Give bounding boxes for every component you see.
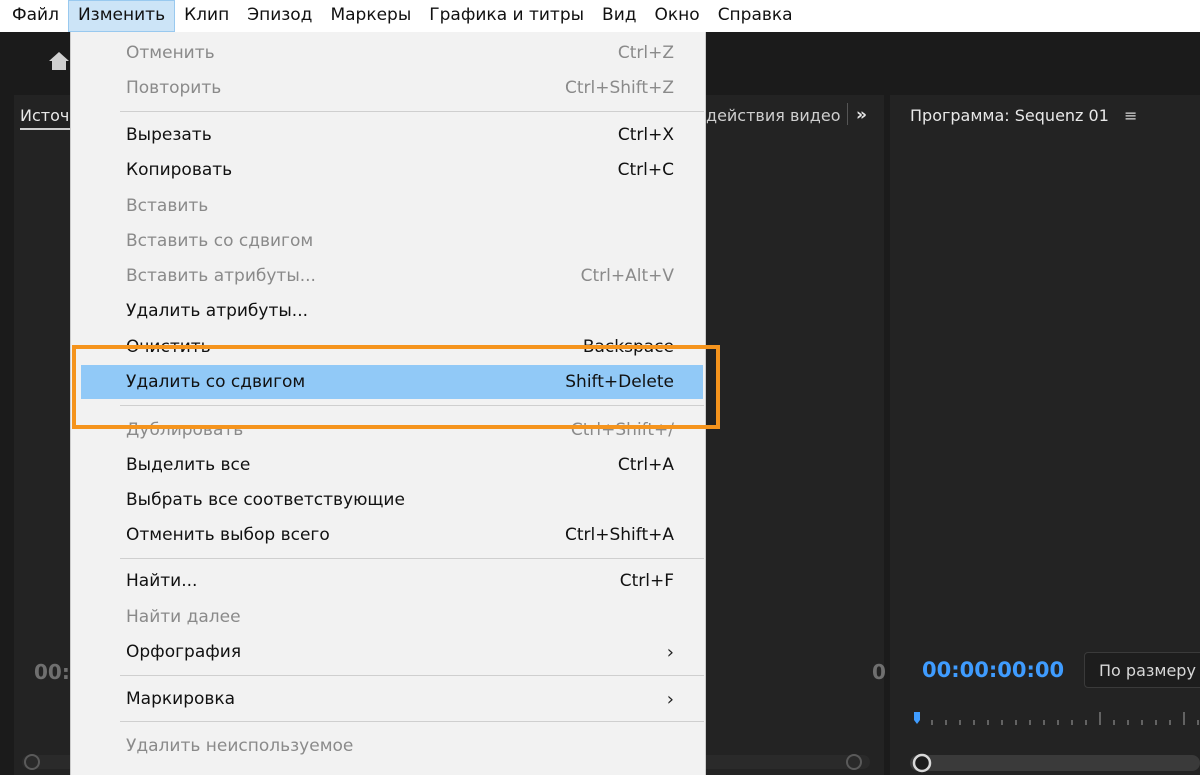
menu-item-labels[interactable]: Маркировка › <box>120 682 674 716</box>
menu-item-label: Орфография <box>126 642 242 662</box>
menu-separator <box>120 675 704 676</box>
menu-item-label: Вставить <box>126 196 209 216</box>
menu-item-label: Повторить <box>126 78 222 98</box>
menu-item-duplicate[interactable]: Дублировать Ctrl+Shift+/ <box>120 413 674 447</box>
menu-item-label: Дублировать <box>126 420 244 440</box>
menu-item-spelling[interactable]: Орфография › <box>120 635 674 669</box>
program-timecode[interactable]: 00:00:00:00 <box>922 658 1064 682</box>
menu-item-shortcut: Ctrl+Shift+/ <box>570 420 674 440</box>
menu-window[interactable]: Окно <box>646 0 709 32</box>
source-timecode: 00: <box>34 660 70 684</box>
menu-separator <box>120 405 704 406</box>
menu-item-shortcut: Ctrl+F <box>619 571 674 591</box>
menu-item-copy[interactable]: Копировать Ctrl+C <box>120 153 674 187</box>
menu-item-label: Удалить неиспользуемое <box>126 736 354 756</box>
menu-item-paste[interactable]: Вставить <box>120 189 674 223</box>
menu-item-ripple-delete[interactable]: Удалить со сдвигом Shift+Delete <box>81 365 703 399</box>
panel-menu-icon[interactable]: ≡ <box>1124 98 1137 132</box>
menu-item-cut[interactable]: Вырезать Ctrl+X <box>120 118 674 152</box>
menu-view[interactable]: Вид <box>593 0 645 32</box>
menu-item-select-all-matching[interactable]: Выбрать все соответствующие <box>120 483 674 517</box>
menu-item-label: Очистить <box>126 337 211 357</box>
menu-bar: Файл Изменить Клип Эпизод Маркеры График… <box>0 0 1200 32</box>
menu-item-label: Вставить со сдвигом <box>126 231 314 251</box>
menu-item-shortcut: Shift+Delete <box>565 372 674 392</box>
menu-help[interactable]: Справка <box>709 0 802 32</box>
menu-item-find[interactable]: Найти... Ctrl+F <box>120 564 674 598</box>
menu-item-paste-attributes[interactable]: Вставить атрибуты... Ctrl+Alt+V <box>120 259 674 293</box>
menu-item-shortcut: Ctrl+X <box>617 125 674 145</box>
menu-item-label: Отменить <box>126 43 215 63</box>
menu-separator <box>120 558 704 559</box>
tab-source[interactable]: Источ <box>20 98 69 132</box>
menu-item-label: Отменить выбор всего <box>126 525 330 545</box>
menu-item-remove-unused[interactable]: Удалить неиспользуемое <box>120 729 674 763</box>
menu-item-select-all[interactable]: Выделить все Ctrl+A <box>120 448 674 482</box>
tab-program[interactable]: Программа: Sequenz 01 <box>910 98 1109 132</box>
program-scrollbar[interactable] <box>910 752 1200 774</box>
menu-edit[interactable]: Изменить <box>67 0 176 32</box>
menu-file[interactable]: Файл <box>0 0 68 32</box>
menu-graphics[interactable]: Графика и титры <box>420 0 593 32</box>
menu-item-clear[interactable]: Очистить Backspace <box>120 330 674 364</box>
tab-divider <box>847 103 848 125</box>
menu-item-find-next[interactable]: Найти далее <box>120 600 674 634</box>
program-time-ruler[interactable] <box>912 708 1200 732</box>
menu-item-deselect-all[interactable]: Отменить выбор всего Ctrl+Shift+A <box>120 518 674 552</box>
menu-sequence[interactable]: Эпизод <box>238 0 321 32</box>
more-tabs-chevron-icon[interactable]: » <box>856 98 867 132</box>
menu-item-label: Маркировка <box>126 689 236 709</box>
menu-item-label: Выделить все <box>126 455 251 475</box>
menu-item-shortcut: Backspace <box>582 337 674 357</box>
menu-separator <box>120 721 704 722</box>
tab-video-effects[interactable]: действия видео <box>706 98 840 132</box>
menu-item-label: Выбрать все соответствующие <box>126 490 405 510</box>
menu-separator <box>120 111 704 112</box>
submenu-arrow-icon: › <box>666 641 674 663</box>
menu-markers[interactable]: Маркеры <box>321 0 420 32</box>
menu-item-shortcut: Ctrl+Alt+V <box>580 266 674 286</box>
menu-item-shortcut: Ctrl+A <box>617 455 674 475</box>
menu-item-label: Вставить атрибуты... <box>126 266 316 286</box>
menu-item-shortcut: Ctrl+Z <box>617 43 674 63</box>
menu-item-label: Вырезать <box>126 125 212 145</box>
menu-item-shortcut: Ctrl+C <box>617 160 674 180</box>
menu-item-paste-insert[interactable]: Вставить со сдвигом <box>120 224 674 258</box>
zoom-fit-select[interactable]: По размеру к <box>1084 652 1200 688</box>
menu-item-redo[interactable]: Повторить Ctrl+Shift+Z <box>120 71 674 105</box>
menu-item-undo[interactable]: Отменить Ctrl+Z <box>120 36 674 70</box>
menu-item-label: Удалить атрибуты... <box>126 301 309 321</box>
menu-item-shortcut: Ctrl+Shift+Z <box>564 78 674 98</box>
home-icon[interactable] <box>48 50 70 72</box>
menu-item-shortcut: Ctrl+Shift+A <box>564 525 674 545</box>
edit-menu-dropdown: Отменить Ctrl+Z Повторить Ctrl+Shift+Z В… <box>70 32 706 775</box>
menu-item-remove-attributes[interactable]: Удалить атрибуты... <box>120 294 674 328</box>
menu-item-label: Копировать <box>126 160 233 180</box>
tab-source-underline <box>20 128 70 130</box>
menu-item-label: Удалить со сдвигом <box>126 372 306 392</box>
source-timecode-right: 0 <box>872 660 886 684</box>
submenu-arrow-icon: › <box>666 688 674 710</box>
playhead-marker-icon <box>914 712 920 724</box>
menu-item-label: Найти... <box>126 571 198 591</box>
menu-item-label: Найти далее <box>126 607 241 627</box>
menu-clip[interactable]: Клип <box>175 0 238 32</box>
